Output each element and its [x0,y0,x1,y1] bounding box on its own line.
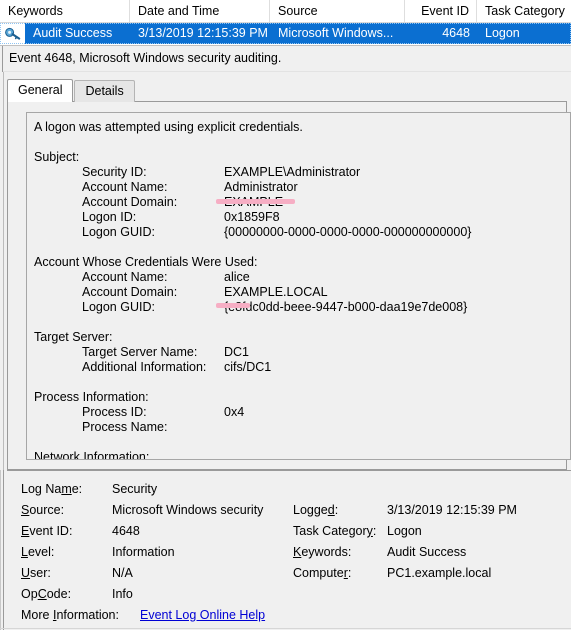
field-label: Logon GUID: [82,300,155,314]
tab-details[interactable]: Details [74,80,135,102]
label-source: Source: [21,503,65,517]
cell-keywords: Audit Success [33,26,113,40]
event-detail-pane: Log Name: Security Source: Microsoft Win… [0,470,571,630]
field-value [224,420,570,435]
event-caption-text: Event 4648, Microsoft Windows security a… [9,51,282,65]
cell-event-id: 4648 [442,26,470,40]
label-level: Level: [21,545,55,559]
label-more-information: More Information: [21,608,119,622]
field-label: Logon GUID: [82,225,155,239]
field-label: Account Name: [82,270,168,284]
event-description-textbox[interactable]: A logon was attempted using explicit cre… [26,112,571,460]
field-label: Account Domain: [82,195,178,209]
value-level: Information [112,545,175,559]
field-process-name: Process Name: [34,420,570,435]
field-value: 0x4 [224,405,245,419]
column-header-event-id[interactable]: Event ID [405,0,477,22]
field-logon-id: Logon ID: 0x1859F8 [34,210,570,225]
section-heading-subject: Subject: [34,150,80,164]
section-heading-target-server: Target Server: [34,330,113,344]
value-computer: PC1.example.local [387,566,492,580]
event-list[interactable]: Keywords Date and Time Source Event ID T… [0,0,571,46]
field-value: cifs/DC1 [224,360,272,374]
event-log-online-help-link[interactable]: Event Log Online Help [140,608,265,622]
field-value: {00000000-0000-0000-0000-000000000000} [224,225,472,239]
field-value: DC1 [224,345,250,359]
field-value: alice [224,270,250,284]
event-list-header: Keywords Date and Time Source Event ID T… [0,0,571,23]
section-heading-credentials-used: Account Whose Credentials Were Used: [34,255,258,269]
highlight-administrator [216,199,295,204]
column-header-task-category[interactable]: Task Category [477,0,571,22]
cell-date-and-time: 3/13/2019 12:15:39 PM [138,26,268,40]
field-cred-logon-guid: Logon GUID: {e8fdc0dd-beee-9447-b000-daa… [34,300,570,315]
column-header-date-and-time[interactable]: Date and Time [130,0,270,22]
pane-separator [7,470,571,471]
field-label: Target Server Name: [82,345,198,359]
event-list-row-selected[interactable]: Audit Success 3/13/2019 12:15:39 PM Micr… [0,23,571,44]
column-header-keywords[interactable]: Keywords [0,0,130,22]
field-subject-logon-guid: Logon GUID: {00000000-0000-0000-0000-000… [34,225,570,240]
event-caption-bar: Event 4648, Microsoft Windows security a… [0,46,571,72]
field-value: Administrator [224,180,298,194]
tab-panel-general: A logon was attempted using explicit cre… [7,101,571,470]
window-bottom-edge [0,628,571,629]
label-logged: Logged: [293,503,339,517]
label-user: User: [21,566,51,580]
detail-rail [0,470,4,630]
value-source: Microsoft Windows security [112,503,264,517]
label-log-name: Log Name: [21,482,83,496]
value-opcode: Info [112,587,133,601]
label-keywords: Keywords: [293,545,352,559]
field-value: EXAMPLE\Administrator [224,165,361,179]
tab-general[interactable]: General [7,79,74,102]
cell-task-category: Logon [485,26,520,40]
field-cred-account-name: Account Name: alice [34,270,570,285]
field-value: 0x1859F8 [224,210,280,224]
event-description-content: A logon was attempted using explicit cre… [27,113,570,460]
field-process-id: Process ID: 0x4 [34,405,570,420]
field-label: Process Name: [82,420,168,434]
field-subject-account-domain: Account Domain: EXAMPLE [34,195,570,210]
value-logged: 3/13/2019 12:15:39 PM [387,503,517,517]
value-user: N/A [112,566,133,580]
field-label: Logon ID: [82,210,137,224]
field-subject-account-name: Account Name: Administrator [34,180,570,195]
field-additional-information: Additional Information: cifs/DC1 [34,360,570,375]
caption-rail [0,46,3,72]
section-heading-process-information: Process Information: [34,390,149,404]
field-target-server-name: Target Server Name: DC1 [34,345,570,360]
field-value: {e8fdc0dd-beee-9447-b000-daa19e7de008} [224,300,468,314]
field-security-id: Security ID: EXAMPLE\Administrator [34,165,570,180]
field-label: Account Domain: [82,285,178,299]
field-label: Additional Information: [82,360,207,374]
value-event-id: 4648 [112,524,140,538]
field-cred-account-domain: Account Domain: EXAMPLE.LOCAL [34,285,570,300]
highlight-alice [216,303,250,308]
section-heading-network-information: Network Information: [34,450,150,460]
label-computer: Computer: [293,566,352,580]
value-keywords: Audit Success [387,545,467,559]
key-icon [0,23,25,44]
tabstrip: General Details [7,79,135,102]
label-opcode: OpCode: [21,587,72,601]
value-log-name: Security [112,482,158,496]
event-summary: A logon was attempted using explicit cre… [34,120,303,134]
event-viewer-window: Keywords Date and Time Source Event ID T… [0,0,571,630]
value-task-category: Logon [387,524,422,538]
field-label: Security ID: [82,165,147,179]
label-task-category: Task Category: [293,524,377,538]
column-header-source[interactable]: Source [270,0,405,22]
field-value: EXAMPLE.LOCAL [224,285,328,299]
label-event-id: Event ID: [21,524,73,538]
field-label: Account Name: [82,180,168,194]
cell-source: Microsoft Windows... [278,26,394,40]
field-label: Process ID: [82,405,147,419]
